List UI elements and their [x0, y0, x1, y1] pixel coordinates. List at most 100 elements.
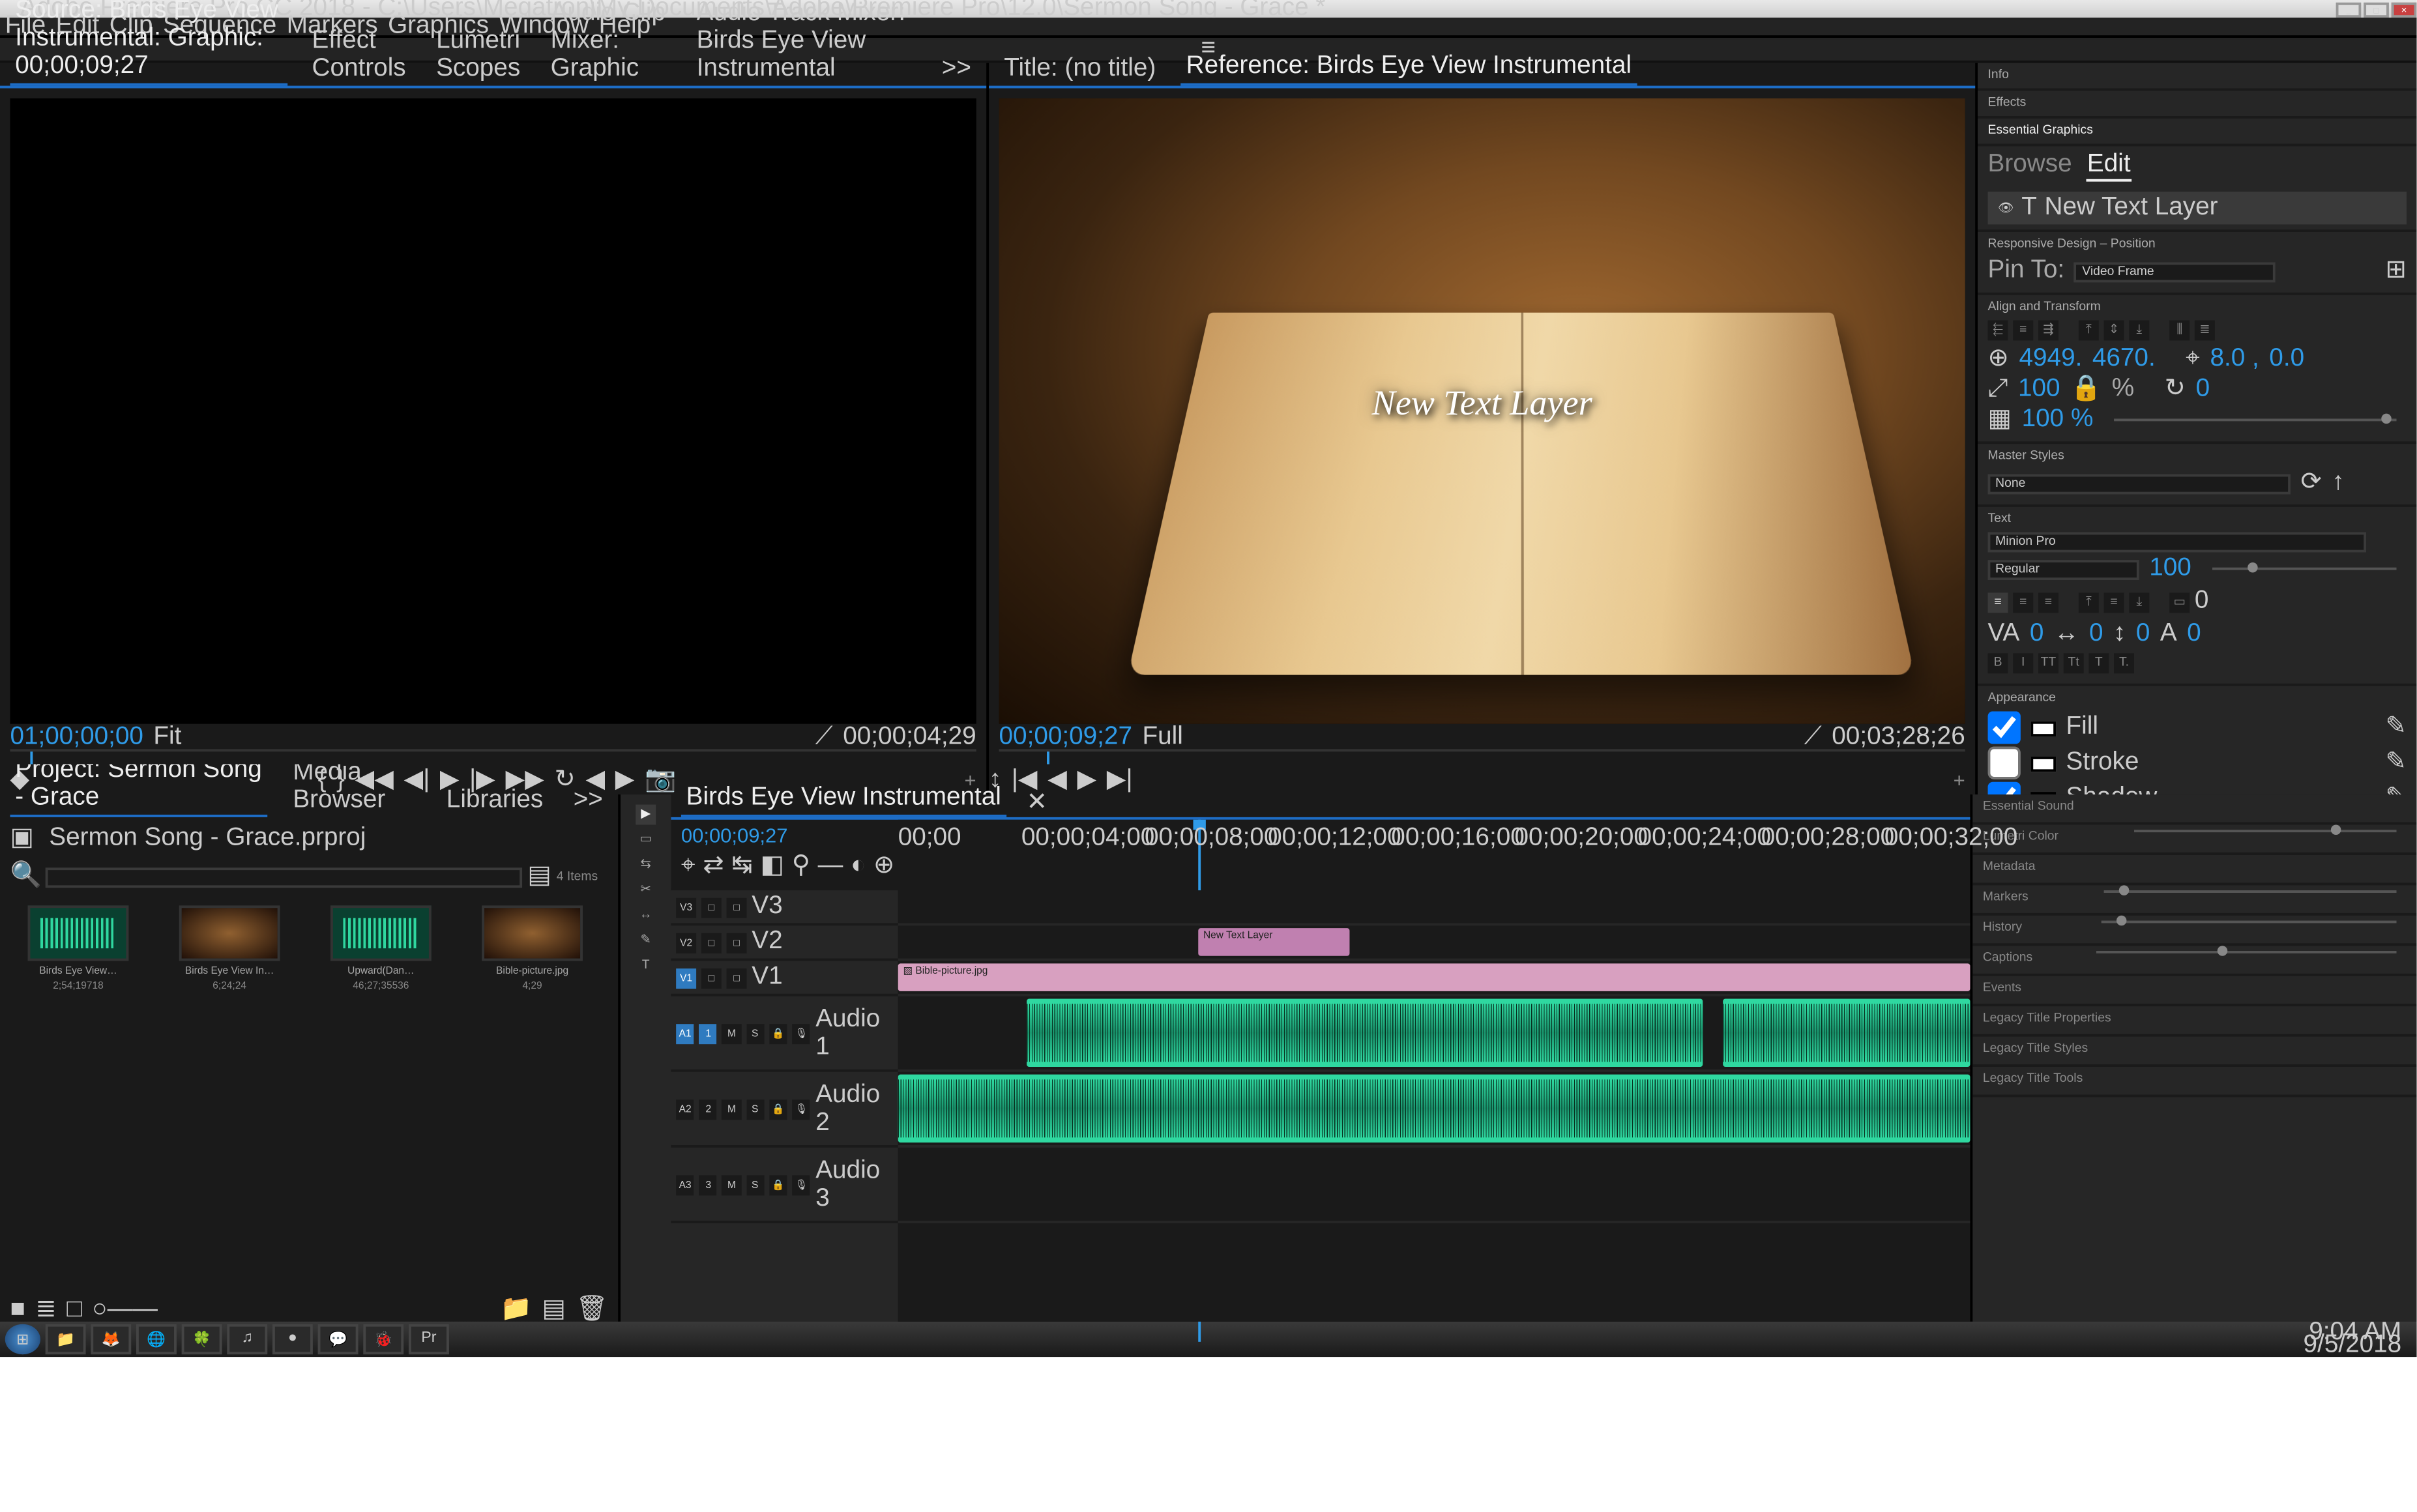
- track-header[interactable]: V1□□V1: [671, 961, 898, 996]
- prog-play-button[interactable]: ▶: [1077, 766, 1096, 794]
- program-scrub-bar[interactable]: [999, 749, 1965, 764]
- track-row[interactable]: ▧ Bible-picture.jpg: [898, 961, 1970, 996]
- eg-browse-tab[interactable]: Browse: [1988, 151, 2072, 181]
- timeline-clip[interactable]: [1723, 999, 1970, 1067]
- pin-to-dropdown[interactable]: Video Frame: [2075, 261, 2277, 282]
- track-header[interactable]: A33MS🔒🎙Audio 3: [671, 1148, 898, 1223]
- track-toggle[interactable]: 🔒: [769, 1023, 787, 1043]
- collapsed-panel-header[interactable]: Legacy Title Properties: [1972, 1006, 2416, 1036]
- title-tab[interactable]: Title: (no title): [999, 53, 1161, 85]
- timeline-option-icon[interactable]: ⇄: [703, 852, 724, 880]
- taskbar-app-button[interactable]: ♫: [227, 1324, 267, 1354]
- track-toggle[interactable]: □: [727, 932, 747, 952]
- new-item-icon[interactable]: ▤: [542, 1296, 566, 1324]
- reference-tab[interactable]: Reference: Birds Eye View Instrumental: [1181, 50, 1637, 85]
- text-align-center-icon[interactable]: ≡: [2013, 592, 2033, 612]
- media-browser-tab[interactable]: Media Browser: [288, 757, 422, 817]
- taskbar-app-button[interactable]: Pr: [409, 1324, 449, 1354]
- text-align-right-icon[interactable]: ≡: [2038, 592, 2058, 612]
- taskbar-app-button[interactable]: 🦊: [91, 1324, 131, 1354]
- track-toggle[interactable]: S: [746, 1174, 764, 1194]
- project-item[interactable]: Birds Eye View In…6;24;24: [162, 905, 298, 991]
- timeline-clip[interactable]: ▧ Bible-picture.jpg: [898, 963, 1970, 991]
- superscript-button[interactable]: T: [2088, 653, 2109, 673]
- track-target-toggle[interactable]: V1: [676, 967, 696, 987]
- track-toggle[interactable]: □: [727, 897, 747, 917]
- subscript-button[interactable]: T.: [2114, 653, 2134, 673]
- font-size[interactable]: 100: [2149, 555, 2191, 583]
- lumetri-scopes-tab[interactable]: Lumetri Scopes: [431, 25, 525, 86]
- taskbar-clock[interactable]: 9:04 AM 9/5/2018: [2304, 1327, 2412, 1352]
- shadow-size-slider[interactable]: [2102, 921, 2396, 923]
- eg-layer-row[interactable]: 👁 T New Text Layer: [1988, 192, 2407, 224]
- track-toggle[interactable]: M: [723, 1174, 741, 1194]
- track-toggle[interactable]: M: [723, 1023, 741, 1043]
- track-select-tool[interactable]: ▭: [636, 830, 656, 850]
- distribute-v-icon[interactable]: ≣: [2195, 320, 2215, 340]
- font-dropdown[interactable]: Minion Pro: [1988, 532, 2367, 553]
- scale-lock-icon[interactable]: 🔒: [2070, 376, 2102, 404]
- track-header[interactable]: A11MS🔒🎙Audio 1: [671, 996, 898, 1072]
- info-panel-header[interactable]: Info: [1978, 63, 2416, 91]
- align-bottom-icon[interactable]: ⤓: [2129, 320, 2149, 340]
- close-sequence-icon[interactable]: ✕: [1027, 789, 1047, 817]
- font-size-slider[interactable]: [2212, 568, 2397, 570]
- taskbar-app-button[interactable]: 🐞: [363, 1324, 403, 1354]
- project-item[interactable]: Birds Eye View…2;54;19718: [10, 905, 146, 991]
- track-toggle[interactable]: 🎙: [793, 1098, 811, 1118]
- master-style-dropdown[interactable]: None: [1988, 473, 2291, 493]
- collapsed-panel-header[interactable]: Legacy Title Tools: [1972, 1067, 2416, 1097]
- timeline-option-icon[interactable]: ⊕: [873, 852, 894, 880]
- window-close-button[interactable]: ✕: [2392, 1, 2417, 16]
- timeline-option-icon[interactable]: ◧: [761, 852, 785, 880]
- collapsed-panel-header[interactable]: Essential Sound: [1972, 794, 2416, 824]
- position-x[interactable]: 4949.: [2019, 345, 2083, 373]
- program-monitor-viewport[interactable]: New Text Layer: [999, 98, 1965, 724]
- text-align-bot-icon[interactable]: ⤓: [2129, 592, 2149, 612]
- list-view-icon[interactable]: ■: [10, 1296, 25, 1324]
- project-item[interactable]: Upward(Dan…46;27;35536: [313, 905, 449, 991]
- source-overflow-icon[interactable]: >>: [937, 53, 976, 85]
- track-row[interactable]: New Text Layer: [898, 925, 1970, 961]
- faux-bold-icon[interactable]: ▭: [2169, 592, 2190, 612]
- track-toggle[interactable]: □: [701, 967, 722, 987]
- lead-value[interactable]: 0: [2136, 620, 2150, 648]
- timeline-clip[interactable]: [1027, 999, 1702, 1067]
- tracking-value[interactable]: 0: [2195, 588, 2209, 616]
- smallcaps-button[interactable]: Tt: [2064, 653, 2084, 673]
- text-align-mid-icon[interactable]: ≡: [2104, 592, 2124, 612]
- shadow-op-slider[interactable]: [2135, 830, 2397, 832]
- track-header[interactable]: V3□□V3: [671, 890, 898, 925]
- rotation-value[interactable]: 0: [2196, 376, 2210, 404]
- essential-graphics-header[interactable]: Essential Graphics: [1978, 119, 2416, 147]
- collapsed-panel-header[interactable]: Events: [1972, 976, 2416, 1006]
- timeline-option-icon[interactable]: ⌖: [681, 852, 696, 880]
- align-top-icon[interactable]: ⤒: [2079, 320, 2099, 340]
- audio-clip-mixer-tab[interactable]: Audio Clip Mixer: Graphic: [546, 0, 671, 86]
- bin-icon[interactable]: ▣: [10, 824, 34, 852]
- source-scrub-bar[interactable]: [10, 749, 976, 764]
- track-source-toggle[interactable]: 2: [699, 1098, 718, 1118]
- eg-edit-tab[interactable]: Edit: [2087, 151, 2131, 181]
- prog-add-button[interactable]: +: [1954, 768, 1965, 791]
- track-header[interactable]: V2□□V2: [671, 925, 898, 961]
- track-toggle[interactable]: S: [746, 1098, 764, 1118]
- timeline-option-icon[interactable]: ◐: [851, 852, 866, 880]
- export-frame-button[interactable]: 📷: [645, 766, 676, 794]
- track-header[interactable]: A22MS🔒🎙Audio 2: [671, 1072, 898, 1148]
- text-align-left-icon[interactable]: ≡: [1988, 592, 2008, 612]
- stroke-eyedropper-icon[interactable]: ✎: [2386, 749, 2407, 777]
- track-row[interactable]: [898, 1072, 1970, 1148]
- source-fit-dropdown[interactable]: Fit: [153, 723, 181, 751]
- va-value[interactable]: 0: [2030, 620, 2044, 648]
- track-target-toggle[interactable]: V2: [676, 932, 696, 952]
- source-tab[interactable]: Source: Birds Eye View Instrumental: Gra…: [10, 0, 286, 86]
- icon-view-icon[interactable]: ≣: [35, 1296, 56, 1324]
- program-safe-margins-icon[interactable]: ⟋: [1804, 723, 1822, 751]
- prog-go-out-button[interactable]: ▶|: [1107, 766, 1133, 794]
- fill-checkbox[interactable]: [1988, 711, 2021, 744]
- start-button[interactable]: ⊞: [5, 1324, 40, 1354]
- taskbar-app-button[interactable]: 📁: [46, 1324, 86, 1354]
- type-tool[interactable]: T: [636, 956, 656, 976]
- track-toggle[interactable]: 🔒: [769, 1174, 787, 1194]
